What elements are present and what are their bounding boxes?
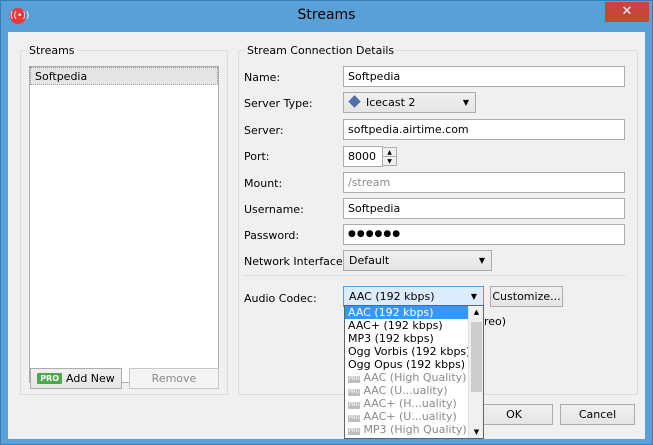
dialog-client: Streams Softpedia PRO Add New Remove Stre… xyxy=(8,32,645,439)
codec-option[interactable]: PRO MP3 (High Quality) xyxy=(345,423,469,436)
close-button[interactable]: ✕ xyxy=(605,2,649,22)
codec-option[interactable]: Ogg Vorbis (192 kbps) xyxy=(345,345,471,358)
codec-option[interactable]: PRO AAC+ (H...uality) xyxy=(345,397,469,410)
remove-button[interactable]: Remove xyxy=(129,368,219,389)
server-type-value: Icecast 2 xyxy=(366,96,416,109)
pro-badge: PRO xyxy=(348,415,361,422)
section-divider xyxy=(244,275,626,276)
pro-badge: PRO xyxy=(348,376,361,383)
dropdown-scrollbar[interactable]: ▲ ▼ xyxy=(468,306,483,438)
codec-option-label: AAC+ (U...uality) xyxy=(363,410,457,423)
stream-list-item[interactable]: Softpedia xyxy=(30,67,218,85)
codec-option-label: Ogg Vorbis (192 kbps) xyxy=(348,345,471,358)
spinner-down-icon[interactable]: ▼ xyxy=(383,157,396,166)
codec-option-label: MP3 (High Quality) xyxy=(363,423,467,436)
server-type-label: Server Type: xyxy=(244,97,313,110)
username-label: Username: xyxy=(244,203,304,216)
streams-window: ((•)) Streams ✕ Streams Softpedia PRO Add… xyxy=(0,0,653,445)
chevron-down-icon: ▼ xyxy=(478,256,485,265)
chevron-down-icon: ▼ xyxy=(462,98,469,107)
cancel-button[interactable]: Cancel xyxy=(560,404,635,425)
scrollbar-thumb[interactable] xyxy=(471,322,482,392)
network-interface-select[interactable]: Default ▼ xyxy=(343,250,492,271)
port-spinner[interactable]: ▲ ▼ xyxy=(382,147,397,166)
pro-badge: PRO xyxy=(348,389,361,396)
ok-button[interactable]: OK xyxy=(475,404,553,425)
audio-codec-dropdown[interactable]: AAC (192 kbps) AAC+ (192 kbps) MP3 (192 kb… xyxy=(344,305,484,439)
streams-legend: Streams xyxy=(29,44,75,57)
server-type-select[interactable]: Icecast 2 ▼ xyxy=(343,92,476,113)
codec-option-label: AAC (192 kbps) xyxy=(348,306,434,319)
codec-option-label: Ogg Opus (192 kbps) xyxy=(348,358,466,371)
codec-option-label: AAC+ (192 kbps) xyxy=(348,319,443,332)
network-interface-label: Network Interface: xyxy=(244,255,347,268)
network-interface-value: Default xyxy=(349,254,390,267)
codec-option[interactable]: AAC+ (192 kbps) xyxy=(345,319,469,332)
scroll-down-icon[interactable]: ▼ xyxy=(469,428,483,436)
server-input[interactable]: softpedia.airtime.com xyxy=(343,119,625,140)
add-new-button[interactable]: PRO Add New xyxy=(30,368,122,389)
audio-codec-value: AAC (192 kbps) xyxy=(349,290,435,303)
username-input[interactable]: Softpedia xyxy=(343,198,625,219)
server-label: Server: xyxy=(244,124,284,137)
password-input[interactable]: ●●●●●● xyxy=(343,224,625,245)
codec-option[interactable]: AAC (192 kbps) xyxy=(345,306,469,319)
codec-option[interactable]: Ogg Opus (192 kbps) xyxy=(345,358,469,371)
codec-option-label: AAC+ (H...uality) xyxy=(363,397,457,410)
customize-button[interactable]: Customize... xyxy=(490,286,563,307)
codec-option[interactable]: MP3 (192 kbps) xyxy=(345,332,469,345)
connection-details-legend: Stream Connection Details xyxy=(247,44,395,57)
pro-badge: PRO xyxy=(348,428,361,435)
chevron-down-icon: ▼ xyxy=(470,292,477,301)
streams-list[interactable]: Softpedia xyxy=(29,66,219,383)
codec-option-label: AAC (High Quality) xyxy=(363,371,467,384)
mount-input[interactable]: /stream xyxy=(343,172,625,193)
title-bar[interactable]: ((•)) Streams ✕ xyxy=(1,1,652,32)
codec-option[interactable]: PRO AAC+ (U...uality) xyxy=(345,410,469,423)
name-label: Name: xyxy=(244,71,281,84)
spinner-up-icon[interactable]: ▲ xyxy=(383,148,396,157)
codec-option[interactable]: PRO AAC (U...uality) xyxy=(345,384,469,397)
codec-option[interactable]: PRO AAC (High Quality) xyxy=(345,371,469,384)
password-label: Password: xyxy=(244,229,300,242)
pro-badge: PRO xyxy=(348,402,361,409)
codec-option-label: AAC (U...uality) xyxy=(363,384,448,397)
server-icon xyxy=(348,95,361,108)
port-label: Port: xyxy=(244,150,270,163)
audio-codec-select[interactable]: AAC (192 kbps) ▼ xyxy=(343,286,484,307)
stereo-option-text: reo) xyxy=(484,315,507,328)
pro-badge: PRO xyxy=(37,373,63,384)
mount-label: Mount: xyxy=(244,177,283,190)
name-input[interactable]: Softpedia xyxy=(343,66,625,87)
scroll-up-icon[interactable]: ▲ xyxy=(469,308,483,316)
audio-codec-label: Audio Codec: xyxy=(244,292,317,305)
add-new-label: Add New xyxy=(66,372,115,385)
port-input[interactable]: 8000 xyxy=(343,146,383,167)
window-title: Streams xyxy=(297,7,356,23)
codec-option-label: MP3 (192 kbps) xyxy=(348,332,434,345)
